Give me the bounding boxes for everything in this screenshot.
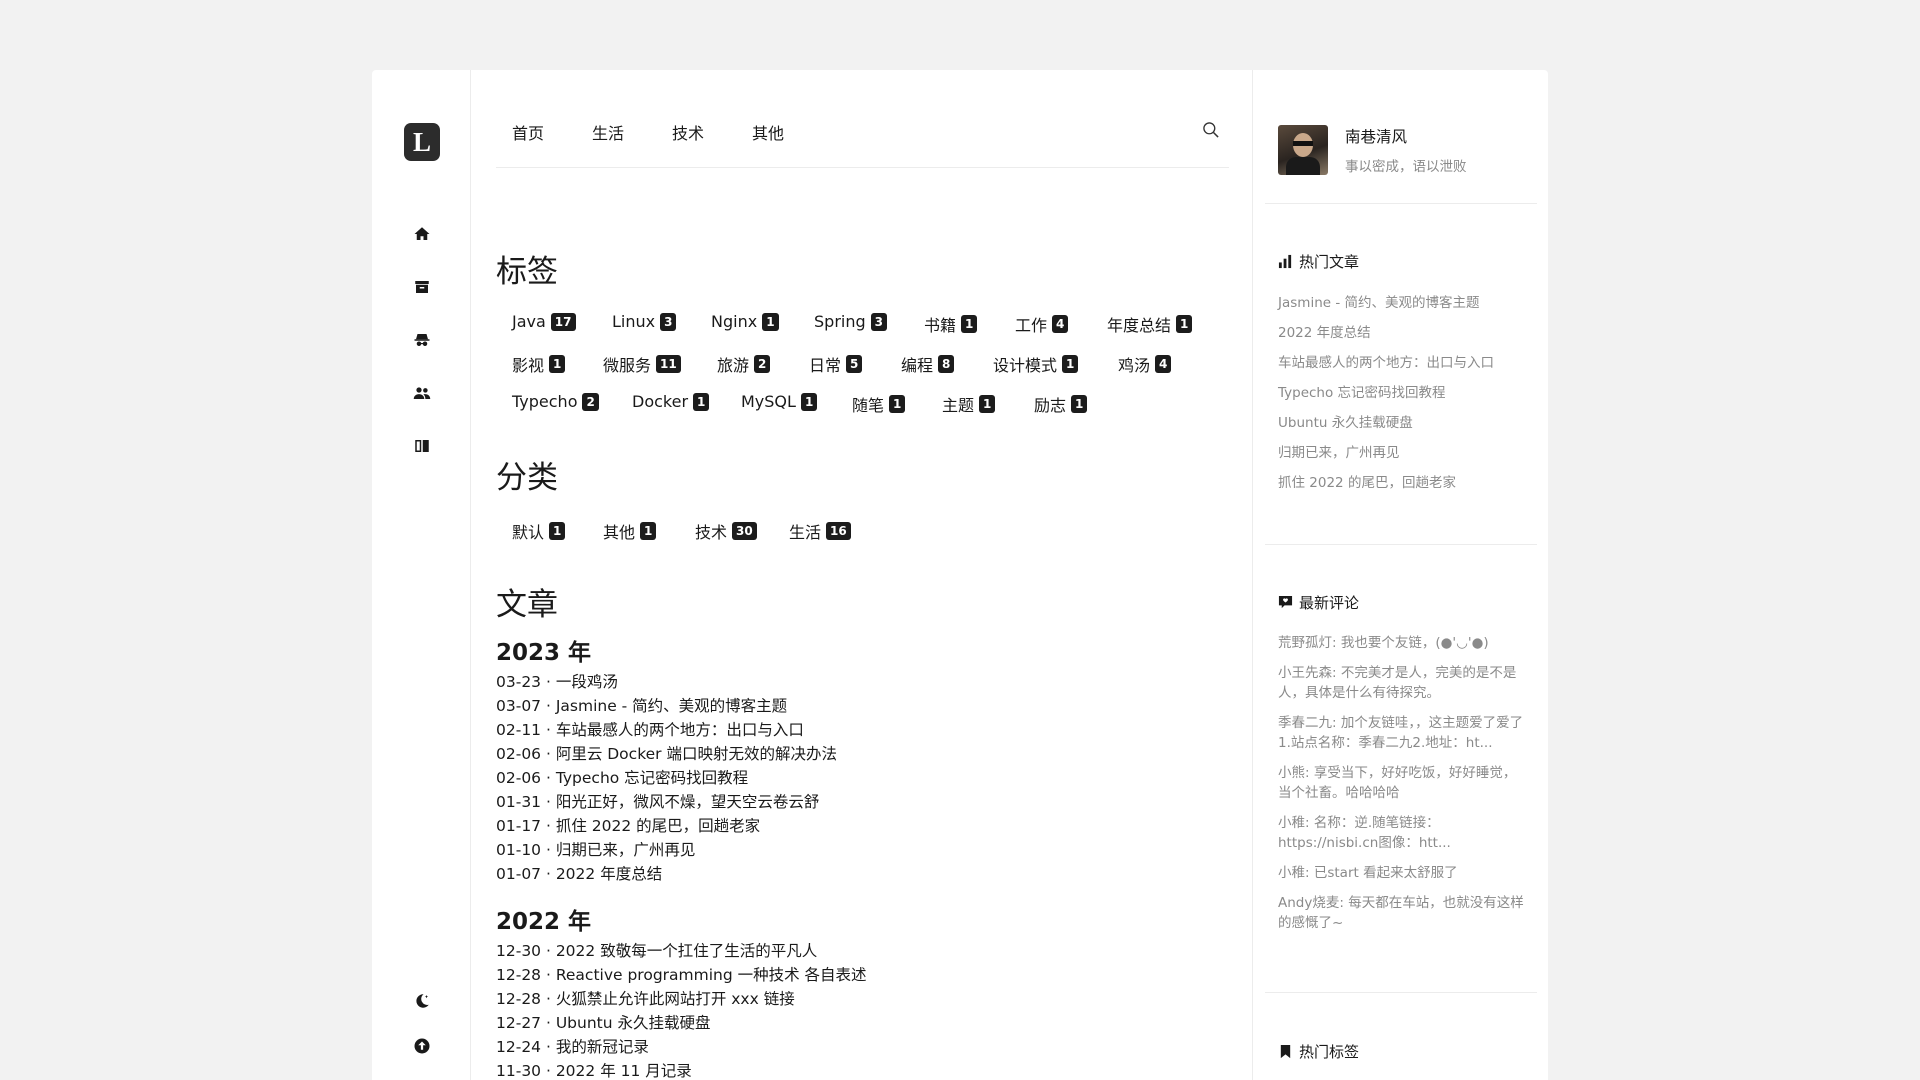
tag-item[interactable]: 主题 1 <box>942 392 996 416</box>
tag-item[interactable]: 鸡汤 4 <box>1118 352 1172 376</box>
post-link[interactable]: 12-30 · 2022 致敬每一个扛住了生活的平凡人 <box>496 939 1196 963</box>
post-list-2023: 03-23 · 一段鸡汤 03-07 · Jasmine - 简约、美观的博客主… <box>496 670 1196 886</box>
comment-item[interactable]: Andy烧麦: 每天都在车站，也就没有这样的感慨了~ <box>1278 893 1528 933</box>
tag-item[interactable]: 设计模式 1 <box>993 352 1079 376</box>
nav-home[interactable]: 首页 <box>512 120 544 144</box>
nav-life[interactable]: 生活 <box>592 120 624 144</box>
tag-item[interactable]: 随笔 1 <box>852 392 906 416</box>
tag-item[interactable]: 年度总结 1 <box>1107 312 1193 336</box>
site-logo[interactable]: L <box>404 123 440 161</box>
archive-icon[interactable] <box>410 275 434 299</box>
comment-item[interactable]: 小王先森: 不完美才是人，完美的是不是人，具体是什么有待探究。 <box>1278 663 1528 703</box>
comment-icon <box>1278 595 1293 609</box>
author-profile: 南巷清风 事以密成，语以泄败 <box>1278 125 1538 220</box>
top-navigation: 首页 生活 技术 其他 <box>496 120 1229 168</box>
post-link[interactable]: 03-07 · Jasmine - 简约、美观的博客主题 <box>496 694 1196 718</box>
post-link[interactable]: 01-10 · 归期已来，广州再见 <box>496 838 1196 862</box>
comment-item[interactable]: 小熊: 享受当下，好好吃饭，好好睡觉，当个社畜。哈哈哈哈 <box>1278 763 1528 803</box>
right-sidebar: 南巷清风 事以密成，语以泄败 热门文章 Jasmine - 简约、美观的博客主题… <box>1252 70 1548 1080</box>
post-link[interactable]: 12-28 · Reactive programming 一种技术 各自表述 <box>496 963 1196 987</box>
icon-rail: L <box>372 70 471 1080</box>
tag-item[interactable]: 影视 1 <box>512 352 566 376</box>
archive-heading: 文章 <box>496 587 558 623</box>
comment-item[interactable]: 小稚: 已start 看起来太舒服了 <box>1278 863 1528 883</box>
year-heading: 2022 年 <box>496 909 592 935</box>
nav-tech[interactable]: 技术 <box>672 120 704 144</box>
category-item[interactable]: 其他 1 <box>603 519 657 543</box>
post-link[interactable]: 12-27 · Ubuntu 永久挂载硬盘 <box>496 1011 1196 1035</box>
tag-item[interactable]: Docker 1 <box>632 392 710 411</box>
tag-item[interactable]: Typecho 2 <box>512 392 599 411</box>
moon-icon[interactable] <box>410 989 434 1013</box>
search-icon[interactable] <box>1201 120 1223 142</box>
post-link[interactable]: 12-24 · 我的新冠记录 <box>496 1035 1196 1059</box>
book-icon[interactable] <box>410 434 434 458</box>
author-motto: 事以密成，语以泄败 <box>1345 159 1467 175</box>
hot-post-link[interactable]: 车站最感人的两个地方：出口与入口 <box>1278 353 1528 383</box>
tag-item[interactable]: MySQL 1 <box>741 392 818 411</box>
comment-item[interactable]: 季春二九: 加个友链哇，，这主题爱了爱了1.站点名称：季春二九2.地址：ht..… <box>1278 713 1528 753</box>
hot-post-link[interactable]: 抓住 2022 的尾巴，回趟老家 <box>1278 473 1528 503</box>
tag-item[interactable]: 编程 8 <box>901 352 955 376</box>
post-link[interactable]: 02-06 · Typecho 忘记密码找回教程 <box>496 766 1196 790</box>
author-name[interactable]: 南巷清风 <box>1345 125 1407 147</box>
tag-item[interactable]: 旅游 2 <box>717 352 771 376</box>
latest-comments-list: 荒野孤灯: 我也要个友链，(●'◡'●) 小王先森: 不完美才是人，完美的是不是… <box>1278 633 1528 943</box>
hot-posts-title: 热门文章 <box>1278 251 1359 272</box>
tag-item[interactable]: 日常 5 <box>809 352 863 376</box>
divider <box>1265 203 1537 204</box>
tags-heading: 标签 <box>496 254 558 290</box>
post-list-2022: 12-30 · 2022 致敬每一个扛住了生活的平凡人 12-28 · Reac… <box>496 939 1196 1080</box>
bookmark-icon <box>1280 1044 1291 1059</box>
categories-heading: 分类 <box>496 460 558 496</box>
category-item[interactable]: 生活 16 <box>789 519 851 543</box>
comment-item[interactable]: 小稚: 名称：逆.随笔链接：https://nisbi.cn图像：htt... <box>1278 813 1528 853</box>
hot-posts-list: Jasmine - 简约、美观的博客主题 2022 年度总结 车站最感人的两个地… <box>1278 293 1528 503</box>
category-item[interactable]: 默认 1 <box>512 519 566 543</box>
latest-comments-title: 最新评论 <box>1278 592 1359 613</box>
post-link[interactable]: 11-30 · 2022 年 11 月记录 <box>496 1059 1196 1080</box>
home-icon[interactable] <box>410 222 434 246</box>
bar-chart-icon <box>1278 254 1292 269</box>
arrow-up-icon[interactable] <box>410 1034 434 1058</box>
divider <box>1265 992 1537 993</box>
post-link[interactable]: 03-23 · 一段鸡汤 <box>496 670 1196 694</box>
hot-tags-title: 热门标签 <box>1278 1041 1359 1062</box>
hot-post-link[interactable]: Jasmine - 简约、美观的博客主题 <box>1278 293 1528 323</box>
avatar[interactable] <box>1278 125 1328 175</box>
hot-post-link[interactable]: 2022 年度总结 <box>1278 323 1528 353</box>
tag-item[interactable]: 工作 4 <box>1015 312 1069 336</box>
tag-item[interactable]: Nginx 1 <box>711 312 779 331</box>
tag-item[interactable]: Linux 3 <box>612 312 677 331</box>
post-link[interactable]: 01-07 · 2022 年度总结 <box>496 862 1196 886</box>
nav-other[interactable]: 其他 <box>752 120 784 144</box>
post-link[interactable]: 02-06 · 阿里云 Docker 端口映射无效的解决办法 <box>496 742 1196 766</box>
comment-item[interactable]: 荒野孤灯: 我也要个友链，(●'◡'●) <box>1278 633 1528 653</box>
tag-item[interactable]: 励志 1 <box>1034 392 1088 416</box>
main-content: 首页 生活 技术 其他 标签 Java 17 Linux 3 Nginx 1 Spri… <box>496 70 1229 1080</box>
category-item[interactable]: 技术 30 <box>695 519 757 543</box>
users-icon[interactable] <box>410 381 434 405</box>
tag-item[interactable]: 书籍 1 <box>924 312 978 336</box>
post-link[interactable]: 01-17 · 抓住 2022 的尾巴，回趟老家 <box>496 814 1196 838</box>
post-link[interactable]: 01-31 · 阳光正好，微风不燥，望天空云卷云舒 <box>496 790 1196 814</box>
divider <box>1265 544 1537 545</box>
tag-item[interactable]: Spring 3 <box>814 312 887 331</box>
hot-post-link[interactable]: Typecho 忘记密码找回教程 <box>1278 383 1528 413</box>
page-frame: L 首页 生活 技术 其他 标签 Java 17 Linux 3 Nginx 1… <box>372 70 1548 1080</box>
spy-icon[interactable] <box>410 328 434 352</box>
hot-post-link[interactable]: 归期已来，广州再见 <box>1278 443 1528 473</box>
tag-item[interactable]: Java 17 <box>512 312 576 331</box>
hot-post-link[interactable]: Ubuntu 永久挂载硬盘 <box>1278 413 1528 443</box>
year-heading: 2023 年 <box>496 640 592 666</box>
post-link[interactable]: 02-11 · 车站最感人的两个地方：出口与入口 <box>496 718 1196 742</box>
post-link[interactable]: 12-28 · 火狐禁止允许此网站打开 xxx 链接 <box>496 987 1196 1011</box>
tag-item[interactable]: 微服务 11 <box>603 352 681 376</box>
